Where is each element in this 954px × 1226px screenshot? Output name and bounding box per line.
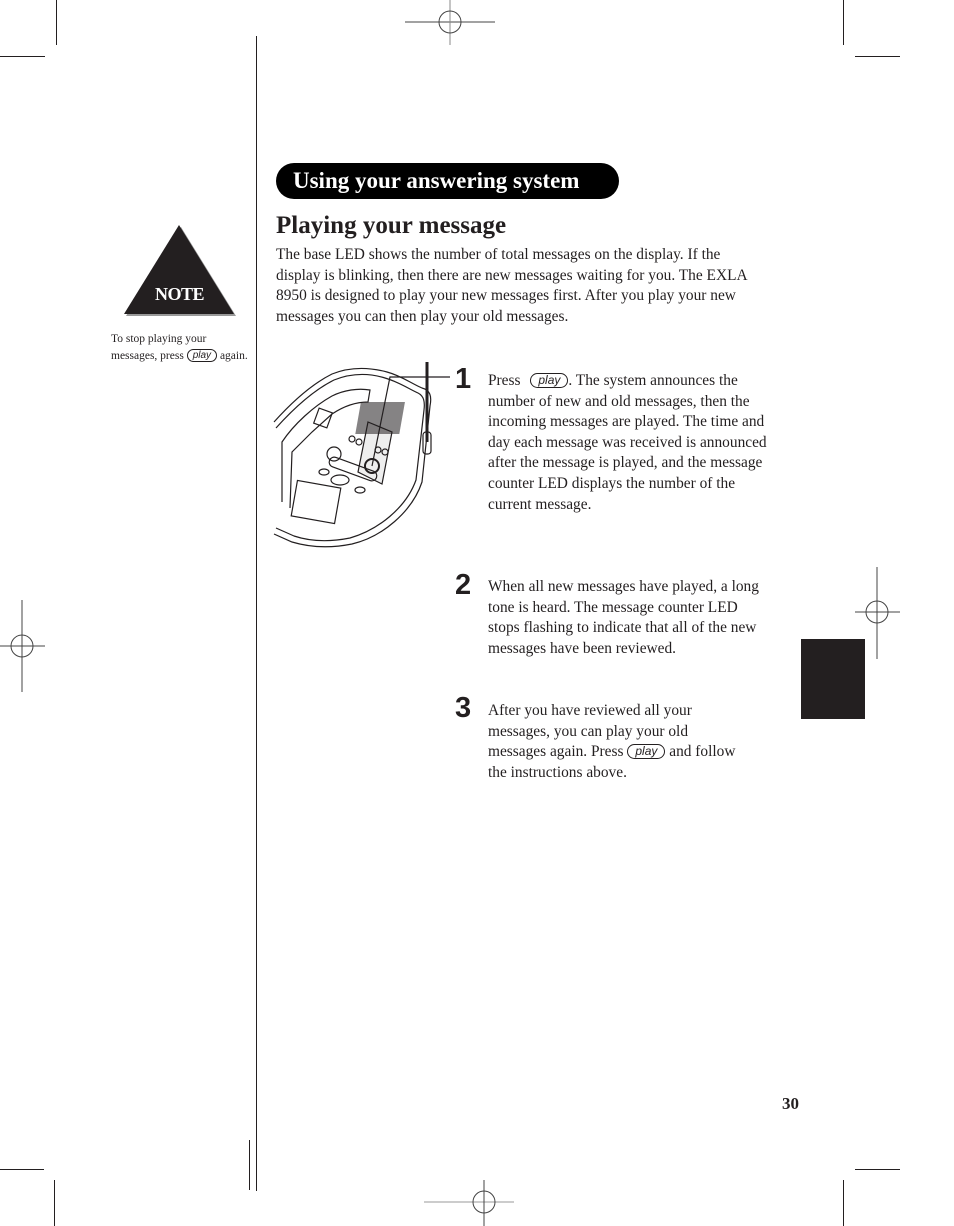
note-text-after: again. (219, 349, 248, 362)
crop-mark (843, 0, 844, 45)
intro-paragraph: The base LED shows the number of total m… (276, 246, 747, 325)
step-text: When all new messages have played, a lon… (488, 578, 759, 657)
note-label: NOTE (154, 284, 205, 304)
step-number: 2 (455, 569, 472, 601)
play-key-icon: play (530, 373, 569, 388)
column-divider (256, 36, 257, 1191)
registration-mark-icon (405, 0, 495, 45)
play-key-icon: play (627, 744, 666, 760)
answering-machine-base-icon (273, 362, 450, 548)
section-header: Using your answering system (276, 163, 619, 199)
step-number: 1 (455, 363, 472, 395)
step-text: Press play. The system announces the num… (488, 371, 778, 515)
page-number: 30 (782, 1094, 799, 1113)
crop-mark (56, 0, 57, 45)
page-title: Playing your message (276, 212, 507, 239)
play-key-icon: play (186, 348, 218, 362)
crop-mark (843, 1180, 844, 1226)
crop-mark (0, 56, 45, 57)
crop-mark (855, 1169, 900, 1170)
crop-mark (855, 56, 900, 57)
note-text: To stop playing your messages, press pla… (111, 331, 251, 364)
step-text-after: . The system announces the number of new… (488, 372, 767, 513)
crop-mark (54, 1180, 55, 1226)
step-number: 3 (455, 692, 472, 724)
chapter-tab-marker (801, 639, 865, 719)
registration-mark-icon (0, 600, 45, 692)
crop-mark (249, 1140, 250, 1190)
step-text: After you have reviewed all your message… (488, 701, 744, 783)
step-text-before: Press (488, 372, 521, 389)
registration-mark-icon (424, 1180, 514, 1226)
crop-mark (0, 1169, 44, 1170)
